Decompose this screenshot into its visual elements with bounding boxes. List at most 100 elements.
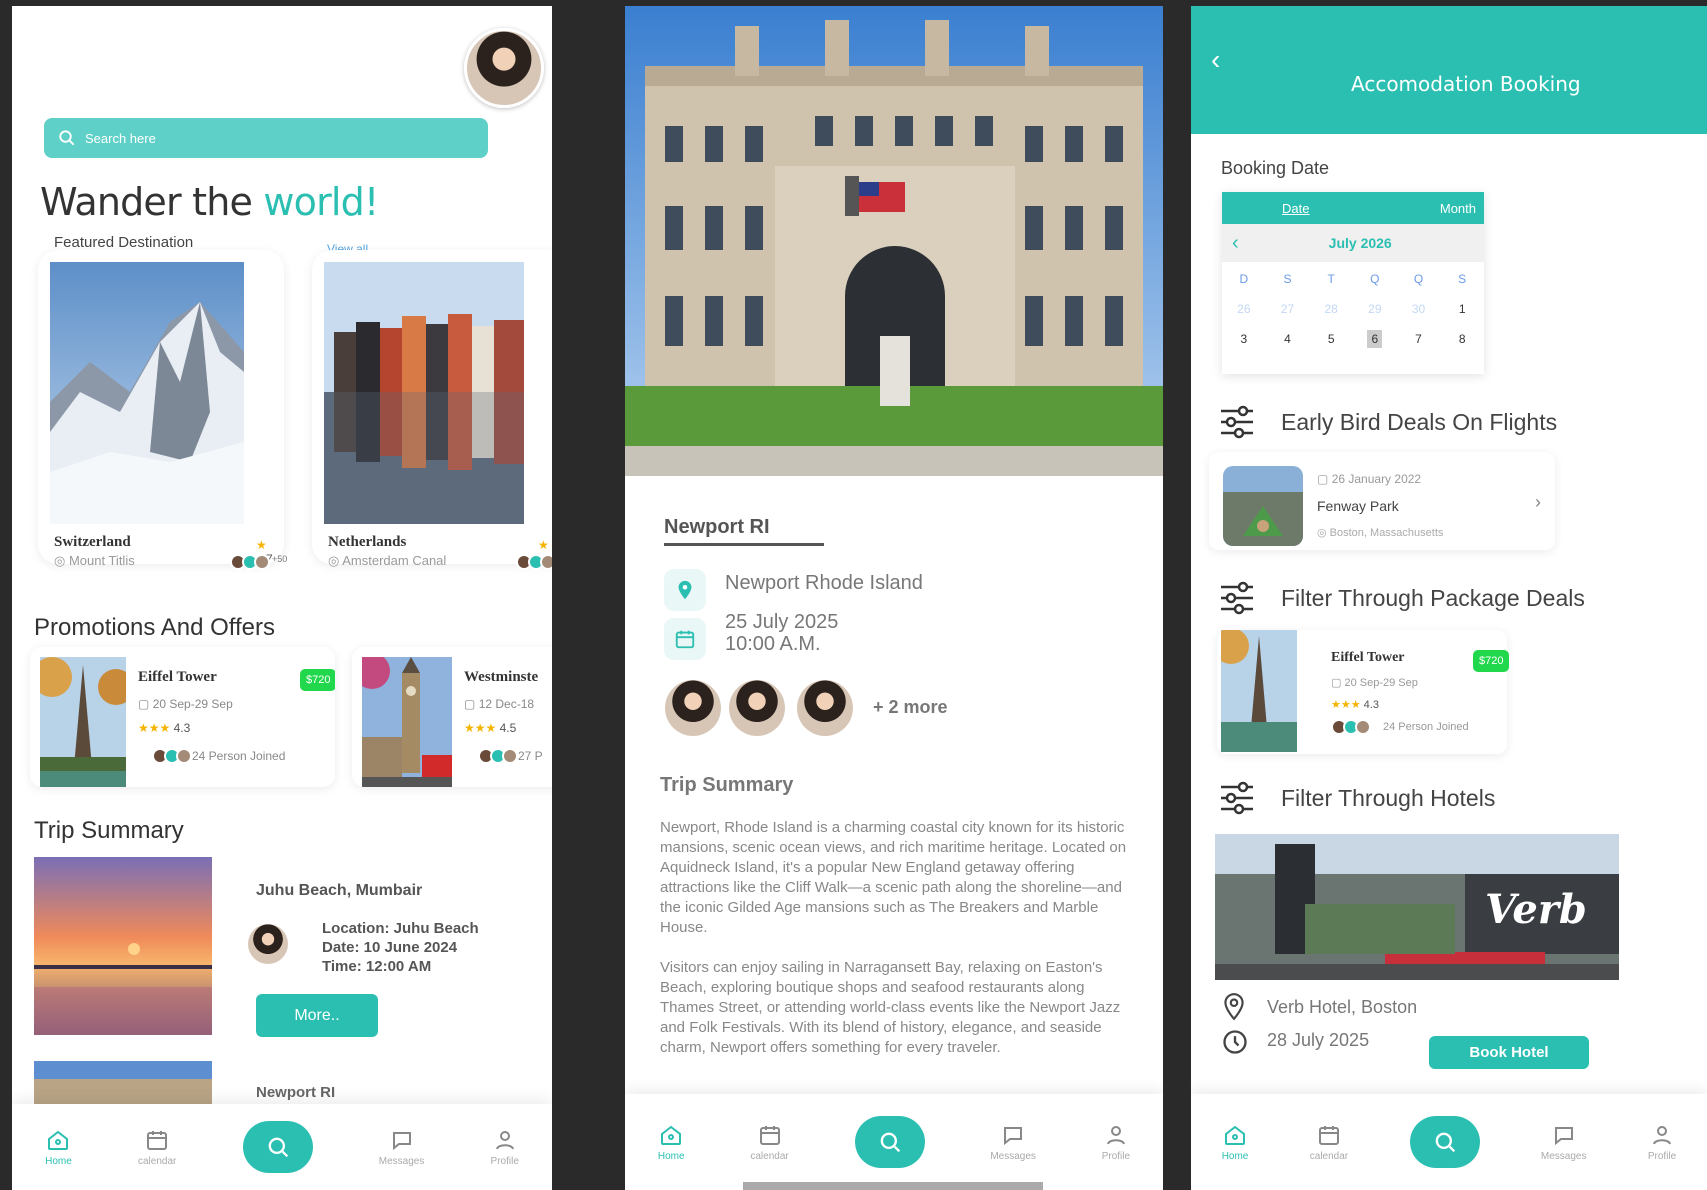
trip-details: Location: Juhu Beach Date: 10 June 2024 …	[322, 919, 479, 976]
participant-avatar[interactable]	[729, 680, 785, 736]
calendar-day[interactable]: 4	[1266, 332, 1310, 346]
chat-icon	[392, 1131, 411, 1150]
nav-profile[interactable]: Profile	[1648, 1123, 1676, 1162]
calendar-day[interactable]: 8	[1440, 332, 1484, 346]
calendar-day[interactable]: 27	[1266, 302, 1310, 316]
day-header: S	[1283, 272, 1292, 286]
destination-image	[50, 262, 244, 524]
summary-paragraph: Newport, Rhode Island is a charming coas…	[660, 819, 1127, 936]
more-participants[interactable]: + 2 more	[873, 697, 948, 718]
promo-image	[362, 657, 452, 787]
search-icon	[59, 130, 75, 146]
nav-home[interactable]: Home	[45, 1128, 72, 1167]
back-arrow-icon[interactable]: ‹	[1211, 44, 1220, 76]
calendar-day[interactable]: 7	[1397, 332, 1441, 346]
more-button[interactable]: More..	[256, 994, 378, 1037]
calendar-day-selected[interactable]: 6	[1367, 330, 1383, 348]
booking-screen: ‹ Accomodation Booking Booking Date Date…	[1191, 6, 1707, 1190]
home-icon	[661, 1125, 682, 1145]
calendar-icon	[147, 1130, 168, 1150]
calendar-day[interactable]: 5	[1309, 332, 1353, 346]
chevron-left-icon[interactable]: ‹	[1232, 232, 1239, 255]
calendar-icon: ▢	[1331, 677, 1342, 689]
day-header: D	[1239, 272, 1249, 286]
calendar-day[interactable]: 30	[1397, 302, 1441, 316]
location-pin-icon	[1221, 992, 1247, 1027]
calendar-icon	[759, 1125, 780, 1145]
joined-avatars	[1331, 719, 1371, 735]
early-bird-section[interactable]: Early Bird Deals On Flights	[1217, 402, 1557, 442]
user-icon	[1106, 1125, 1125, 1144]
book-hotel-button[interactable]: Book Hotel	[1429, 1036, 1589, 1069]
home-indicator	[743, 1182, 1043, 1190]
search-bar[interactable]: Search here	[44, 118, 488, 158]
home-icon	[1225, 1125, 1246, 1145]
participant-avatar[interactable]	[797, 680, 853, 736]
nav-messages[interactable]: Messages	[1541, 1123, 1586, 1162]
promo-dates: ▢ 12 Dec-18	[464, 697, 535, 711]
trip-detail-screen: Newport RI Newport Rhode Island 25 July …	[625, 6, 1163, 1190]
mansion-image	[625, 6, 1163, 476]
nav-home[interactable]: Home	[658, 1123, 685, 1162]
nav-profile[interactable]: Profile	[1102, 1123, 1130, 1162]
nav-search-button[interactable]	[854, 1116, 925, 1168]
package-card-eiffel[interactable]: Eiffel Tower $720 ▢ 20 Sep-29 Sep ★★★ 4.…	[1217, 630, 1510, 754]
calendar-icon: ▢	[464, 697, 476, 711]
promo-title: Westminste	[464, 669, 539, 685]
participant-avatar[interactable]	[665, 680, 721, 736]
bottom-nav: Home calendar Messages Profile	[12, 1104, 552, 1190]
hero-highlight: world!	[263, 180, 379, 224]
calendar-day[interactable]: 29	[1353, 302, 1397, 316]
calendar-day[interactable]: 3	[1222, 332, 1266, 346]
day-header: Q	[1413, 272, 1424, 286]
package-dates: ▢ 20 Sep-29 Sep	[1331, 677, 1418, 689]
nav-messages[interactable]: Messages	[379, 1128, 424, 1167]
package-title: Filter Through Package Deals	[1281, 584, 1585, 611]
calendar-icon	[664, 618, 706, 660]
package-section[interactable]: Filter Through Package Deals	[1217, 578, 1585, 618]
calendar-month: July 2026	[1328, 235, 1392, 251]
calendar-tabs: Date Month	[1222, 192, 1484, 224]
flight-deal-card[interactable]: ▢ 26 January 2022 Fenway Park ◎ Boston, …	[1209, 452, 1555, 550]
nav-calendar[interactable]: calendar	[750, 1123, 789, 1162]
search-placeholder: Search here	[85, 130, 156, 146]
hotel-image[interactable]: Verb	[1215, 834, 1619, 980]
next-trip-image	[34, 1061, 212, 1109]
promo-rating: ★★★ 4.3	[138, 721, 191, 735]
promo-card-westminster[interactable]: Westminste ▢ 12 Dec-18 ★★★ 4.5 27 P	[352, 647, 552, 787]
calendar-widget: Date Month ‹ July 2026 D S T Q Q S 26 27…	[1222, 192, 1484, 374]
calendar-icon	[1318, 1125, 1339, 1145]
calendar-icon: ▢	[1317, 472, 1329, 486]
nav-messages[interactable]: Messages	[990, 1123, 1036, 1162]
joined-avatars	[152, 748, 192, 764]
tab-month[interactable]: Month	[1440, 201, 1476, 216]
chat-icon	[1004, 1126, 1023, 1145]
profile-avatar[interactable]	[464, 28, 544, 108]
sliders-icon	[1221, 781, 1253, 815]
tab-date[interactable]: Date	[1282, 201, 1309, 216]
nav-calendar[interactable]: calendar	[138, 1128, 176, 1167]
package-image	[1221, 630, 1297, 752]
top-bar: ‹ Accomodation Booking	[1191, 6, 1707, 134]
promo-card-eiffel[interactable]: Eiffel Tower $720 ▢ 20 Sep-29 Sep ★★★ 4.…	[30, 647, 335, 787]
destination-image	[324, 262, 524, 524]
destination-card-switzerland[interactable]: Switzerland ◎ Mount Titlis ★ 4.7 +50	[38, 250, 287, 570]
early-bird-title: Early Bird Deals On Flights	[1281, 408, 1558, 435]
chevron-right-icon[interactable]: ›	[1535, 492, 1541, 513]
promotions-title: Promotions And Offers	[34, 614, 276, 641]
trip-title: Newport RI	[664, 516, 824, 546]
nav-home[interactable]: Home	[1222, 1123, 1248, 1162]
calendar-day[interactable]: 28	[1309, 302, 1353, 316]
calendar-day[interactable]: 1	[1440, 302, 1484, 316]
destination-card-netherlands[interactable]: Netherlands ◎ Amsterdam Canal ★ 4	[312, 250, 552, 570]
nav-profile[interactable]: Profile	[491, 1128, 519, 1167]
destination-name: Switzerland	[54, 534, 131, 550]
nav-search-button[interactable]	[1409, 1116, 1480, 1168]
booking-date-label: Booking Date	[1221, 158, 1330, 178]
calendar-day[interactable]: 26	[1222, 302, 1266, 316]
nav-search-button[interactable]	[242, 1121, 313, 1173]
hotels-section[interactable]: Filter Through Hotels	[1217, 778, 1495, 818]
nav-calendar[interactable]: calendar	[1310, 1123, 1348, 1162]
location-pin-icon	[664, 569, 706, 611]
search-icon	[268, 1137, 288, 1158]
